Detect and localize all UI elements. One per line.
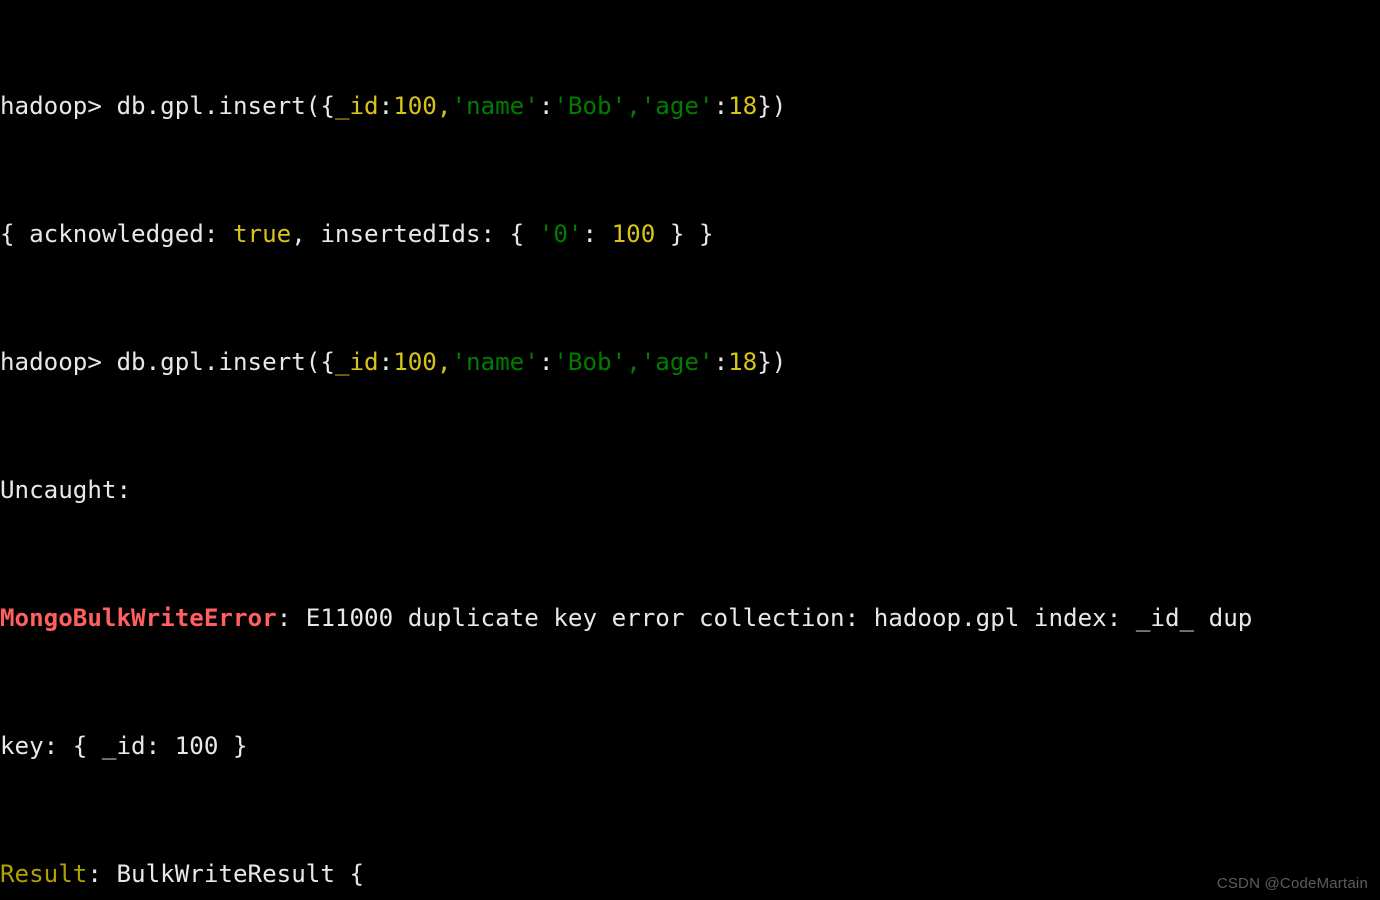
- name-value: 'Bob': [553, 348, 627, 376]
- terminal-line-error-header-wrap: key: { _id: 100 }: [0, 730, 1380, 762]
- error-message-wrap: key: { _id: 100 }: [0, 732, 248, 760]
- punct-colon: :: [378, 92, 394, 120]
- punct-colon: :: [538, 92, 554, 120]
- terminal-line-prompt-command-1: hadoop> db.gpl.insert({_id:100,'name':'B…: [0, 90, 1380, 122]
- error-message: : E11000 duplicate key error collection:…: [276, 604, 1253, 632]
- shell-prompt: hadoop>: [0, 92, 117, 120]
- terminal-line-ack-result: { acknowledged: true, insertedIds: { '0'…: [0, 218, 1380, 250]
- result-label: Result: [0, 860, 88, 888]
- terminal-line-uncaught: Uncaught:: [0, 474, 1380, 506]
- age-key: 'age': [640, 348, 714, 376]
- result-open: { acknowledged:: [0, 220, 233, 248]
- command-tail: }): [757, 92, 787, 120]
- inserted-id-value: 100: [611, 220, 656, 248]
- name-value: 'Bob': [553, 92, 627, 120]
- result-close: } }: [655, 220, 714, 248]
- error-name: MongoBulkWriteError: [0, 604, 277, 632]
- punct-comma: ,: [626, 92, 641, 120]
- punct-colon: :: [713, 348, 729, 376]
- age-key: 'age': [640, 92, 714, 120]
- name-key: 'name': [451, 92, 539, 120]
- punct-comma: ,: [626, 348, 641, 376]
- command-text: db.gpl.insert({: [116, 92, 335, 120]
- command-text: db.gpl.insert({: [116, 348, 335, 376]
- age-value: 18: [728, 92, 758, 120]
- punct-colon: :: [713, 92, 729, 120]
- punct-colon: :: [378, 348, 394, 376]
- watermark-label: CSDN @CodeMartain: [1216, 875, 1368, 892]
- punct-colon: :: [538, 348, 554, 376]
- id-key: _id: [334, 92, 379, 120]
- name-key: 'name': [451, 348, 539, 376]
- terminal-window[interactable]: hadoop> db.gpl.insert({_id:100,'name':'B…: [0, 0, 1380, 900]
- id-key: _id: [334, 348, 379, 376]
- id-value: 100: [393, 92, 437, 120]
- inserted-id-key: '0': [538, 220, 583, 248]
- punct-comma: ,: [436, 92, 452, 120]
- terminal-output-buffer[interactable]: hadoop> db.gpl.insert({_id:100,'name':'B…: [0, 0, 1380, 900]
- terminal-line-error-header: MongoBulkWriteError: E11000 duplicate ke…: [0, 602, 1380, 634]
- punct-colon: :: [582, 220, 612, 248]
- uncaught-label: Uncaught:: [0, 476, 132, 504]
- result-mid: , insertedIds: {: [291, 220, 539, 248]
- punct-comma: ,: [436, 348, 452, 376]
- shell-prompt: hadoop>: [0, 348, 117, 376]
- result-type: : BulkWriteResult {: [87, 860, 365, 888]
- terminal-line-prompt-command-2: hadoop> db.gpl.insert({_id:100,'name':'B…: [0, 346, 1380, 378]
- age-value: 18: [728, 348, 758, 376]
- terminal-line-result-open: Result: BulkWriteResult {: [0, 858, 1380, 890]
- acknowledged-value: true: [233, 220, 292, 248]
- command-tail: }): [757, 348, 787, 376]
- id-value: 100: [393, 348, 437, 376]
